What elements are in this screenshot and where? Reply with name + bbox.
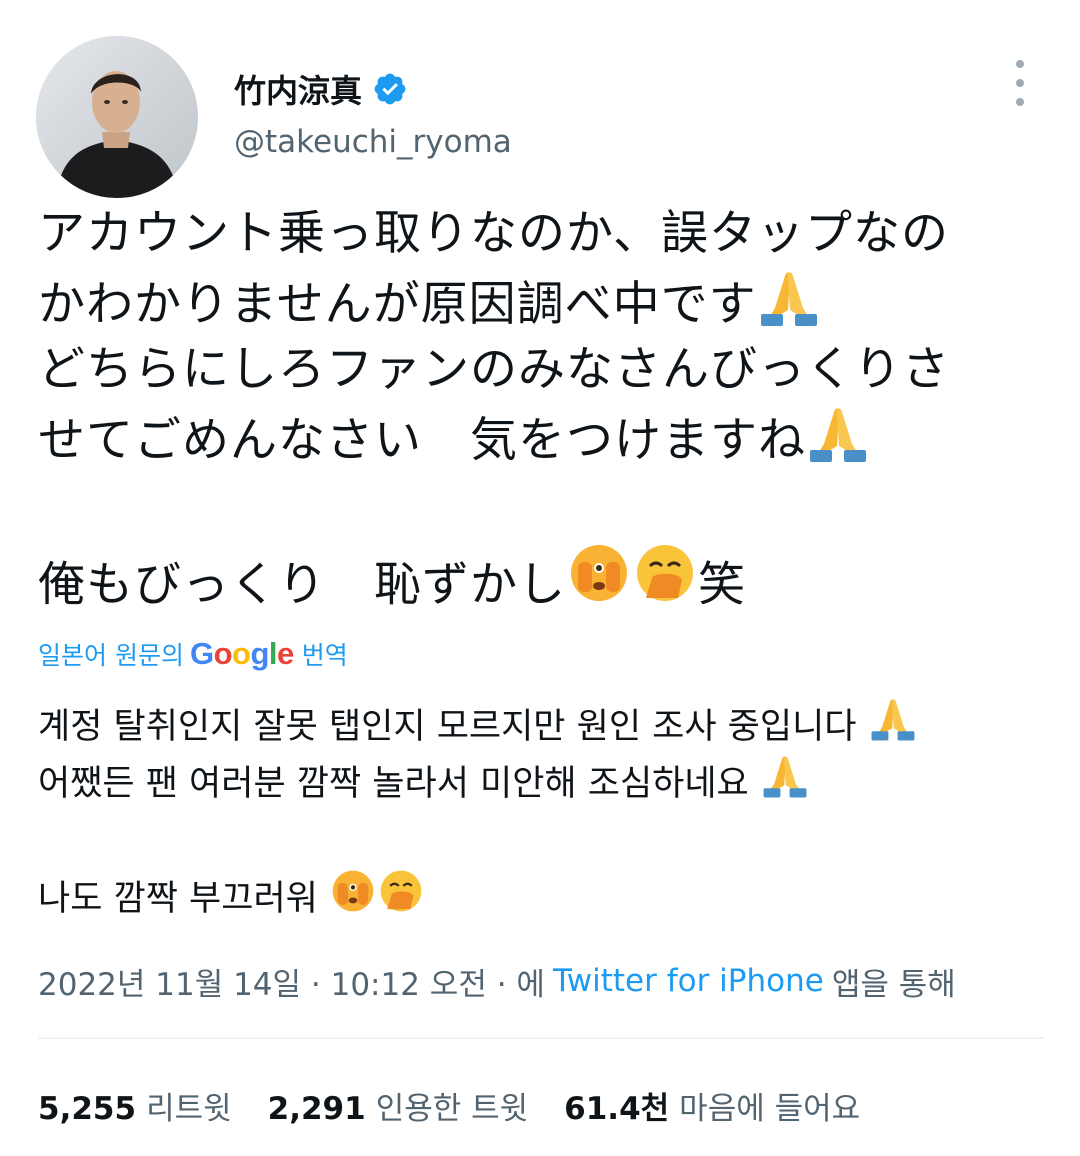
- translate-suffix: 번역: [301, 641, 348, 670]
- face-with-hand-over-mouth-emoji: [632, 540, 698, 636]
- display-name[interactable]: 竹内涼真: [234, 66, 408, 112]
- folded-hands-emoji: [760, 753, 810, 817]
- translated-text: 계정 탈취인지 잘못 탭인지 모르지만 원인 조사 중입니다 어쨌든 팬 여러분…: [38, 696, 1048, 924]
- tweet-line: かわかりませんが原因調べ中です: [38, 268, 1048, 336]
- tweet-text: アカウント乗っ取りなのか、誤タップなの かわかりませんが原因調べ中です どちらに…: [38, 200, 1048, 630]
- translated-line: 계정 탈취인지 잘못 탭인지 모르지만 원인 조사 중입니다: [38, 696, 1048, 753]
- like-count[interactable]: 61.4천 마음에 들어요: [564, 1083, 860, 1128]
- tweet-stats: 5,255 리트윗 2,291 인용한 트윗 61.4천 마음에 들어요: [38, 1082, 896, 1128]
- tweet-line: 俺もびっくり 恥ずかし笑: [38, 540, 1048, 630]
- tweet-source-suffix: 앱을 통해: [831, 966, 956, 1003]
- retweet-count[interactable]: 5,255 리트윗: [38, 1083, 232, 1128]
- folded-hands-emoji: [868, 696, 918, 760]
- more-options-icon[interactable]: [1004, 60, 1036, 106]
- tweet-line: どちらにしろファンのみなさんびっくりさ: [38, 342, 950, 397]
- user-handle[interactable]: @takeuchi_ryoma: [234, 124, 512, 160]
- display-name-text[interactable]: 竹内涼真: [234, 66, 362, 112]
- google-logo: Google: [189, 636, 294, 671]
- avatar[interactable]: [36, 36, 198, 198]
- tweet-line: せてごめんなさい 気をつけますね: [38, 404, 1048, 472]
- face-with-peeking-eye-emoji: [566, 540, 632, 636]
- translate-attribution[interactable]: 일본어 원문의 Google 번역: [38, 634, 348, 674]
- quote-tweet-count[interactable]: 2,291 인용한 트윗: [268, 1083, 529, 1128]
- tweet-timestamp[interactable]: 2022년 11월 14일 · 10:12 오전 · 에: [38, 959, 545, 1004]
- translated-line: 어쨌든 팬 여러분 깜짝 놀라서 미안해 조심하네요: [38, 753, 1048, 810]
- tweet-meta: 2022년 11월 14일 · 10:12 오전 · 에 Twitter for…: [38, 958, 956, 1004]
- tweet-source-link[interactable]: Twitter for iPhone: [553, 963, 824, 999]
- divider: [38, 1037, 1044, 1039]
- face-with-hand-over-mouth-emoji: [377, 867, 425, 933]
- verified-badge-icon: [374, 73, 406, 105]
- folded-hands-emoji: [806, 404, 870, 483]
- translate-prefix: 일본어 원문의: [38, 641, 184, 670]
- translated-line: 나도 깜짝 부끄러워: [38, 867, 1048, 924]
- tweet-line: アカウント乗っ取りなのか、誤タップなの: [38, 206, 950, 261]
- face-with-peeking-eye-emoji: [329, 867, 377, 933]
- translated-blank-line: [38, 810, 1048, 867]
